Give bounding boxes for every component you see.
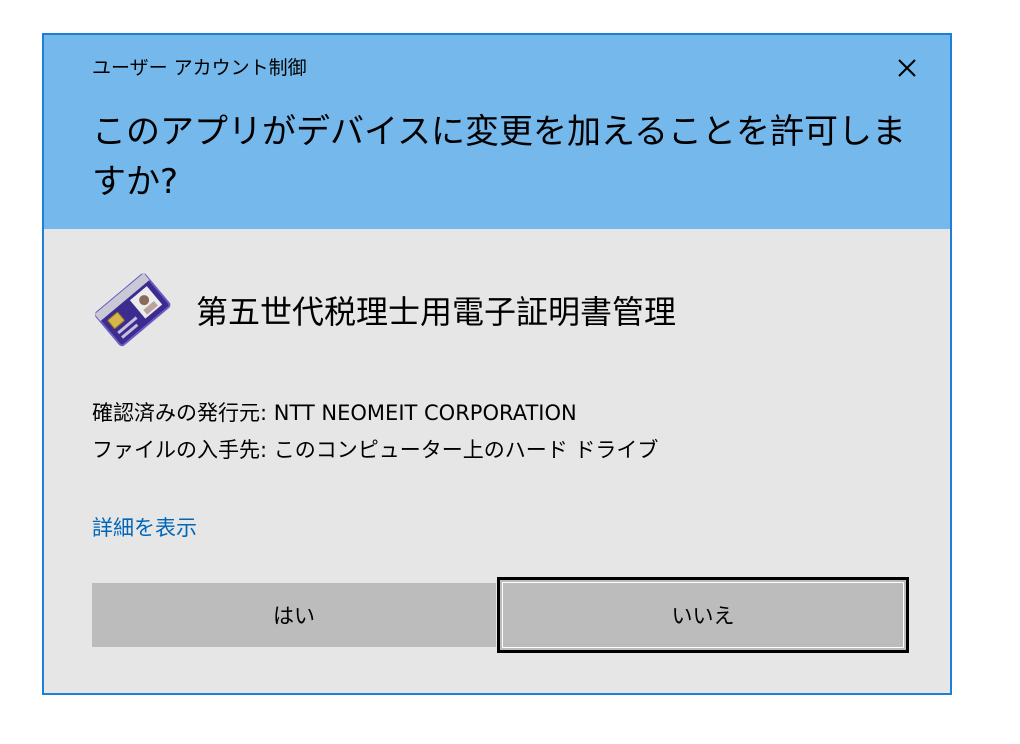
no-button-label: いいえ xyxy=(671,604,735,628)
yes-button-label: はい xyxy=(273,604,315,628)
show-details-link[interactable]: 詳細を表示 xyxy=(92,512,197,542)
yes-button[interactable]: はい xyxy=(92,583,496,647)
permission-question: このアプリがデバイスに変更を加えることを許可しますか? xyxy=(92,112,906,202)
app-info-row: 第五世代税理士用電子証明書管理 xyxy=(90,267,910,351)
no-button[interactable]: いいえ xyxy=(497,577,909,653)
uac-dialog: ユーザー アカウント制御 このアプリがデバイスに変更を加えることを許可しますか? xyxy=(42,33,952,695)
window-title: ユーザー アカウント制御 xyxy=(92,57,307,79)
dialog-header: ユーザー アカウント制御 このアプリがデバイスに変更を加えることを許可しますか? xyxy=(44,35,950,229)
verified-publisher: 確認済みの発行元: NTT NEOMEIT CORPORATION xyxy=(92,401,577,425)
close-icon xyxy=(898,59,916,77)
app-name: 第五世代税理士用電子証明書管理 xyxy=(196,293,677,331)
close-button[interactable] xyxy=(882,43,932,93)
smart-card-icon xyxy=(90,267,174,351)
file-origin: ファイルの入手先: このコンピューター上のハード ドライブ xyxy=(92,438,659,462)
no-button-focus-ring: いいえ xyxy=(502,582,904,648)
